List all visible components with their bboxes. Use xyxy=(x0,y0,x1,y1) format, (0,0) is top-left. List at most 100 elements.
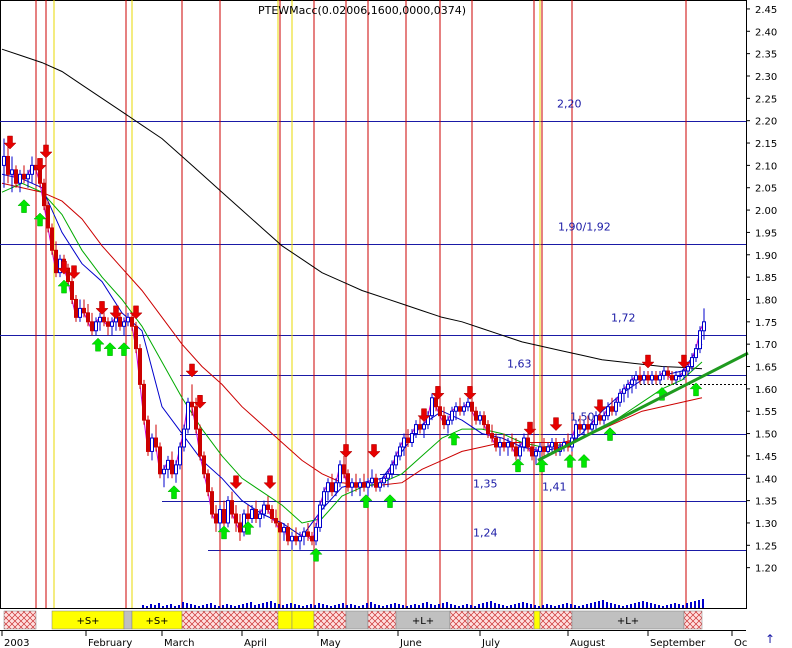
volume-bar-125 xyxy=(642,601,644,608)
candle-body-127 xyxy=(510,442,514,448)
volume-bar-25 xyxy=(242,604,244,608)
candle-body-86 xyxy=(346,473,350,488)
volume-bar-137 xyxy=(690,602,692,608)
candle-body-149 xyxy=(598,415,602,421)
level-label-4: 1,50 xyxy=(570,411,595,424)
candle-body-17 xyxy=(70,281,74,300)
volume-bar-0 xyxy=(142,605,144,608)
candle-body-48 xyxy=(194,406,198,430)
candle-body-164 xyxy=(658,374,662,381)
candle-body-161 xyxy=(646,374,650,381)
x-tick-label-3: April xyxy=(244,638,267,648)
candle-body-100 xyxy=(402,437,406,448)
volume-bar-1 xyxy=(146,606,148,608)
band-label-11: +L+ xyxy=(412,616,434,627)
volume-bar-33 xyxy=(274,603,276,608)
volume-bar-135 xyxy=(682,605,684,608)
volume-bar-139 xyxy=(698,600,700,608)
volume-bar-105 xyxy=(562,604,564,608)
candle-body-19 xyxy=(78,307,82,318)
candle-body-171 xyxy=(686,366,690,372)
candle-body-79 xyxy=(318,504,322,528)
band-2 xyxy=(123,610,133,630)
volume-bar-81 xyxy=(466,604,468,608)
volume-bar-45 xyxy=(322,604,324,608)
candle-body-104 xyxy=(418,424,422,430)
y-tick-label-21: 2.25 xyxy=(755,94,777,105)
y-tick-label-3: 1.35 xyxy=(755,497,777,508)
candle-body-23 xyxy=(94,321,98,332)
candle-body-55 xyxy=(222,509,226,524)
band-6 xyxy=(277,610,293,630)
volume-bar-30 xyxy=(262,603,264,608)
volume-bar-26 xyxy=(246,603,248,608)
volume-bar-18 xyxy=(214,605,216,608)
x-tick-label-2: March xyxy=(164,638,194,648)
volume-bar-67 xyxy=(410,605,412,608)
volume-bar-13 xyxy=(194,605,196,608)
candle-body-90 xyxy=(362,482,366,488)
candle-body-163 xyxy=(654,374,658,381)
volume-bar-122 xyxy=(630,604,632,608)
candle-body-42 xyxy=(170,459,174,475)
candle-body-91 xyxy=(366,482,370,488)
volume-bar-4 xyxy=(158,603,160,608)
candle-body-27 xyxy=(110,321,114,327)
candle-body-98 xyxy=(394,455,398,466)
candle-body-80 xyxy=(322,491,326,506)
volume-bar-111 xyxy=(586,604,588,608)
y-tick-label-18: 2.10 xyxy=(755,161,777,172)
candle-body-75 xyxy=(302,531,306,537)
y-tick-label-10: 1.70 xyxy=(755,340,777,351)
level-label-0: 2,20 xyxy=(557,98,582,111)
candle-body-143 xyxy=(574,424,578,439)
candle-body-59 xyxy=(238,522,242,533)
candle-body-132 xyxy=(530,446,534,457)
level-label-7: 1,24 xyxy=(473,527,498,540)
volume-bar-100 xyxy=(542,605,544,608)
candle-body-129 xyxy=(518,446,522,457)
volume-bar-128 xyxy=(654,604,656,608)
candle-body-12 xyxy=(50,227,54,251)
candle-body-166 xyxy=(666,370,670,376)
candle-body-26 xyxy=(106,321,110,327)
volume-bar-57 xyxy=(370,602,372,608)
volume-bar-32 xyxy=(270,601,272,608)
volume-bar-15 xyxy=(202,605,204,608)
candle-body-63 xyxy=(254,509,258,519)
volume-bar-8 xyxy=(174,606,176,608)
y-tick-label-14: 1.90 xyxy=(755,251,777,262)
volume-bar-103 xyxy=(554,606,556,608)
candle-body-153 xyxy=(614,401,618,412)
candle-body-99 xyxy=(398,446,402,457)
volume-bar-112 xyxy=(590,603,592,608)
candle-body-51 xyxy=(206,473,210,493)
x-tick-label-8: September xyxy=(650,638,706,648)
volume-bar-49 xyxy=(338,604,340,608)
candle-body-4 xyxy=(18,173,22,184)
volume-bar-76 xyxy=(446,602,448,608)
volume-bar-130 xyxy=(662,606,664,608)
volume-bar-63 xyxy=(394,603,396,608)
volume-bar-98 xyxy=(534,605,536,608)
volume-bar-3 xyxy=(154,605,156,608)
y-tick-label-12: 1.80 xyxy=(755,295,777,306)
volume-bar-24 xyxy=(238,605,240,608)
volume-bar-102 xyxy=(550,605,552,608)
candle-body-25 xyxy=(102,316,106,323)
candle-body-40 xyxy=(162,468,166,475)
candle-body-110 xyxy=(442,415,446,426)
candle-body-60 xyxy=(242,513,246,533)
candle-body-148 xyxy=(594,415,598,426)
candle-body-112 xyxy=(450,410,454,421)
volume-bar-6 xyxy=(166,605,168,608)
candle-body-58 xyxy=(234,513,238,524)
volume-bar-99 xyxy=(538,606,540,608)
candle-body-150 xyxy=(602,415,606,421)
volume-bar-133 xyxy=(674,603,676,608)
volume-bar-134 xyxy=(678,604,680,608)
volume-bar-60 xyxy=(382,606,384,608)
scroll-up-icon[interactable]: ↑ xyxy=(765,632,775,646)
candle-body-157 xyxy=(630,379,634,385)
band-label-3: +S+ xyxy=(145,616,168,627)
